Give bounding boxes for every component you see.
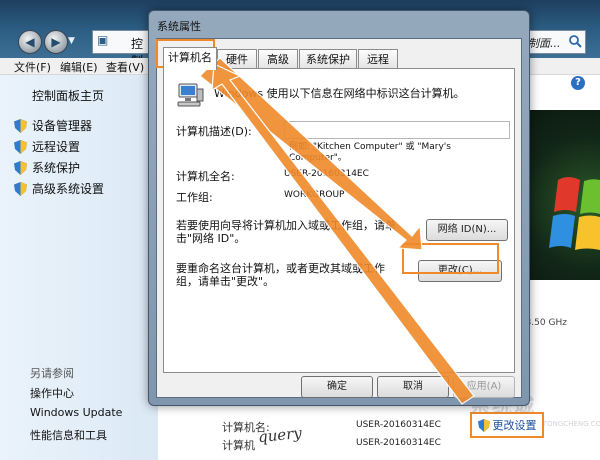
arrow-to-computer-name-tab — [211, 63, 475, 405]
tab-computer-name[interactable]: 计算机名 — [163, 47, 217, 70]
annotation-arrows — [199, 57, 475, 405]
